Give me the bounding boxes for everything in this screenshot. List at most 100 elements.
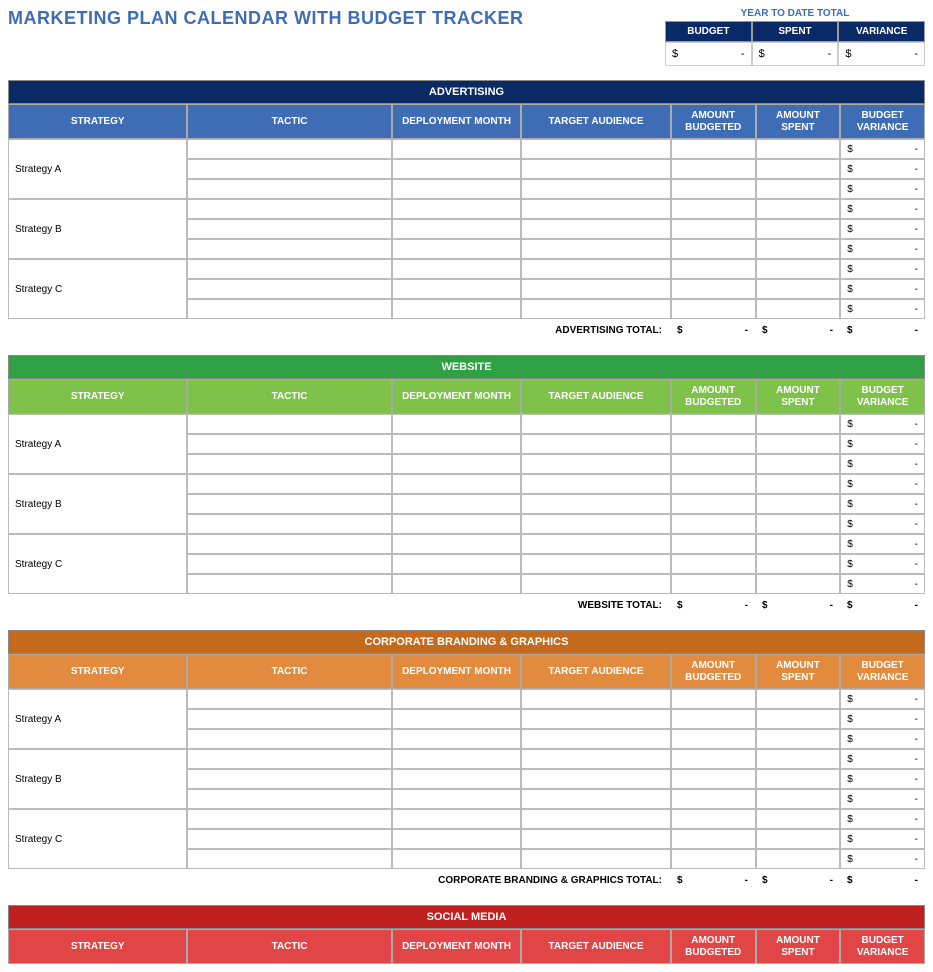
strategy-label[interactable]: Strategy C (8, 554, 187, 574)
variance-cell[interactable]: $- (840, 729, 925, 749)
spent-cell[interactable] (756, 454, 841, 474)
strategy-label[interactable]: Strategy A (8, 434, 187, 454)
tactic-cell[interactable] (187, 159, 391, 179)
deploy-cell[interactable] (392, 829, 522, 849)
variance-cell[interactable]: $- (840, 829, 925, 849)
tactic-cell[interactable] (187, 299, 391, 319)
deploy-cell[interactable] (392, 159, 522, 179)
tactic-cell[interactable] (187, 574, 391, 594)
budgeted-cell[interactable] (671, 829, 756, 849)
spent-cell[interactable] (756, 749, 841, 769)
strategy-cell[interactable] (8, 239, 187, 259)
budgeted-cell[interactable] (671, 139, 756, 159)
target-cell[interactable] (521, 279, 671, 299)
tactic-cell[interactable] (187, 494, 391, 514)
variance-cell[interactable]: $- (840, 434, 925, 454)
budgeted-cell[interactable] (671, 454, 756, 474)
variance-cell[interactable]: $- (840, 199, 925, 219)
strategy-cell[interactable] (8, 199, 187, 219)
budgeted-cell[interactable] (671, 159, 756, 179)
deploy-cell[interactable] (392, 259, 522, 279)
tactic-cell[interactable] (187, 829, 391, 849)
deploy-cell[interactable] (392, 554, 522, 574)
deploy-cell[interactable] (392, 749, 522, 769)
target-cell[interactable] (521, 494, 671, 514)
spent-cell[interactable] (756, 769, 841, 789)
tactic-cell[interactable] (187, 689, 391, 709)
target-cell[interactable] (521, 554, 671, 574)
spent-cell[interactable] (756, 279, 841, 299)
spent-cell[interactable] (756, 159, 841, 179)
budgeted-cell[interactable] (671, 729, 756, 749)
budgeted-cell[interactable] (671, 514, 756, 534)
spent-cell[interactable] (756, 809, 841, 829)
target-cell[interactable] (521, 259, 671, 279)
variance-cell[interactable]: $- (840, 749, 925, 769)
budgeted-cell[interactable] (671, 239, 756, 259)
spent-cell[interactable] (756, 534, 841, 554)
strategy-label[interactable]: Strategy A (8, 159, 187, 179)
target-cell[interactable] (521, 709, 671, 729)
strategy-cell[interactable] (8, 574, 187, 594)
ytd-budget-value[interactable]: $- (665, 42, 752, 66)
budgeted-cell[interactable] (671, 434, 756, 454)
target-cell[interactable] (521, 514, 671, 534)
tactic-cell[interactable] (187, 709, 391, 729)
spent-cell[interactable] (756, 689, 841, 709)
tactic-cell[interactable] (187, 199, 391, 219)
tactic-cell[interactable] (187, 849, 391, 869)
deploy-cell[interactable] (392, 769, 522, 789)
deploy-cell[interactable] (392, 219, 522, 239)
variance-cell[interactable]: $- (840, 849, 925, 869)
target-cell[interactable] (521, 434, 671, 454)
budgeted-cell[interactable] (671, 494, 756, 514)
target-cell[interactable] (521, 574, 671, 594)
tactic-cell[interactable] (187, 454, 391, 474)
variance-cell[interactable]: $- (840, 789, 925, 809)
deploy-cell[interactable] (392, 454, 522, 474)
budgeted-cell[interactable] (671, 769, 756, 789)
budgeted-cell[interactable] (671, 789, 756, 809)
target-cell[interactable] (521, 414, 671, 434)
target-cell[interactable] (521, 769, 671, 789)
strategy-cell[interactable] (8, 414, 187, 434)
budgeted-cell[interactable] (671, 414, 756, 434)
variance-cell[interactable]: $- (840, 809, 925, 829)
tactic-cell[interactable] (187, 554, 391, 574)
variance-cell[interactable]: $- (840, 769, 925, 789)
tactic-cell[interactable] (187, 809, 391, 829)
deploy-cell[interactable] (392, 574, 522, 594)
variance-cell[interactable]: $- (840, 554, 925, 574)
target-cell[interactable] (521, 849, 671, 869)
deploy-cell[interactable] (392, 494, 522, 514)
target-cell[interactable] (521, 159, 671, 179)
spent-cell[interactable] (756, 829, 841, 849)
budgeted-cell[interactable] (671, 689, 756, 709)
tactic-cell[interactable] (187, 474, 391, 494)
strategy-cell[interactable] (8, 299, 187, 319)
tactic-cell[interactable] (187, 789, 391, 809)
variance-cell[interactable]: $- (840, 179, 925, 199)
ytd-spent-value[interactable]: $- (752, 42, 839, 66)
spent-cell[interactable] (756, 414, 841, 434)
spent-cell[interactable] (756, 179, 841, 199)
deploy-cell[interactable] (392, 689, 522, 709)
spent-cell[interactable] (756, 219, 841, 239)
spent-cell[interactable] (756, 474, 841, 494)
spent-cell[interactable] (756, 239, 841, 259)
spent-cell[interactable] (756, 494, 841, 514)
deploy-cell[interactable] (392, 434, 522, 454)
budgeted-cell[interactable] (671, 474, 756, 494)
strategy-cell[interactable] (8, 259, 187, 279)
ytd-variance-value[interactable]: $- (838, 42, 925, 66)
budgeted-cell[interactable] (671, 749, 756, 769)
spent-cell[interactable] (756, 139, 841, 159)
target-cell[interactable] (521, 829, 671, 849)
variance-cell[interactable]: $- (840, 414, 925, 434)
strategy-label[interactable]: Strategy B (8, 769, 187, 789)
budgeted-cell[interactable] (671, 554, 756, 574)
budgeted-cell[interactable] (671, 199, 756, 219)
deploy-cell[interactable] (392, 534, 522, 554)
deploy-cell[interactable] (392, 514, 522, 534)
strategy-cell[interactable] (8, 474, 187, 494)
